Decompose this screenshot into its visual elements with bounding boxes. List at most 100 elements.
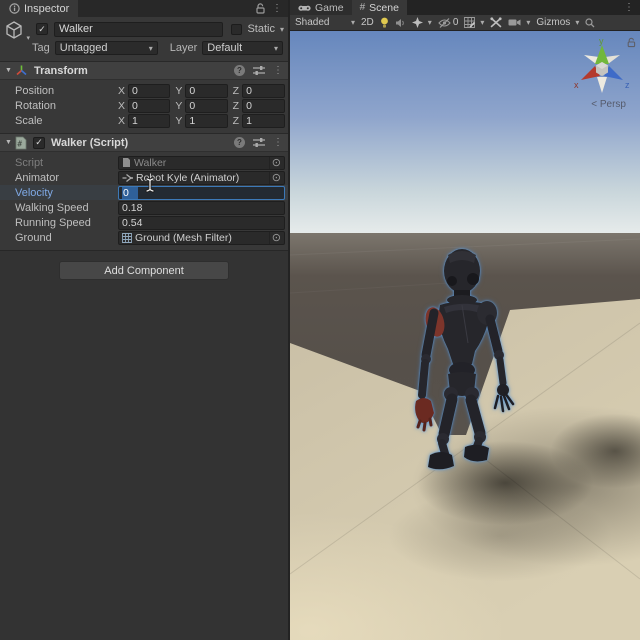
component-enabled-checkbox[interactable]: ✓ — [33, 136, 45, 149]
scene-grid-icon: # — [359, 2, 366, 13]
search-icon — [585, 17, 595, 27]
inspector-tab-actions: ⋮ — [256, 0, 288, 17]
object-picker-icon[interactable]: ⊙ — [268, 231, 283, 244]
gameobject-icon-button[interactable]: ▾ — [4, 20, 30, 42]
help-icon[interactable]: ? — [234, 65, 245, 76]
presets-icon[interactable] — [253, 65, 265, 76]
row-label: Ground — [15, 231, 52, 244]
axis-z-label: Z — [232, 84, 240, 97]
tag-dropdown[interactable]: Untagged ▾ — [54, 41, 158, 55]
static-dropdown-caret-icon[interactable]: ▾ — [280, 25, 284, 34]
object-field-value: Ground (Mesh Filter) — [135, 231, 232, 244]
position-y-field[interactable]: 0 — [185, 83, 228, 98]
lock-icon[interactable] — [256, 3, 265, 14]
orientation-gizmo[interactable]: y x z — [572, 37, 632, 97]
kebab-menu-icon[interactable]: ⋮ — [272, 3, 282, 14]
tab-game[interactable]: Game — [290, 0, 352, 15]
gizmos-dropdown[interactable]: Gizmos ▾ — [533, 16, 582, 30]
presets-icon[interactable] — [253, 137, 265, 148]
transform-header[interactable]: ▼ Transform ? ⋮ — [0, 61, 288, 80]
shading-mode-dropdown[interactable]: Shaded ▾ — [292, 16, 358, 30]
position-z-field[interactable]: 0 — [242, 83, 285, 98]
object-picker-icon[interactable]: ⊙ — [268, 171, 283, 184]
hidden-objects-count: 0 — [452, 17, 459, 28]
mesh-filter-icon — [122, 232, 132, 243]
script-object-field[interactable]: Walker ⊙ — [118, 155, 285, 170]
viewport-lock-icon[interactable] — [627, 37, 636, 48]
editor-tools-button[interactable] — [487, 16, 505, 30]
kebab-menu-icon[interactable]: ⋮ — [273, 65, 283, 76]
gameobject-caret-icon: ▾ — [26, 35, 30, 42]
scale-y-field[interactable]: 1 — [185, 113, 228, 128]
walking-speed-row: Walking Speed 0.18 — [0, 200, 288, 215]
rotation-z-field[interactable]: 0 — [242, 98, 285, 113]
hidden-objects-button[interactable]: 0 — [435, 16, 462, 30]
speaker-icon — [395, 18, 404, 27]
scene-panel: Game # Scene ⋮ Shaded ▾ 2D ▾ 0 ▾ ▾ Gizmo… — [290, 0, 640, 640]
projection-prefix: < — [591, 99, 598, 110]
add-component-button[interactable]: Add Component — [59, 261, 229, 280]
scene-camera-dropdown[interactable]: ▾ — [505, 16, 533, 30]
toggle-2d-button[interactable]: 2D — [358, 16, 377, 30]
caret-icon: ▾ — [575, 18, 580, 27]
axis-x-label: X — [118, 84, 126, 97]
ibeam-cursor — [145, 177, 155, 193]
axis-y-label: Y — [175, 114, 183, 127]
name-field[interactable]: Walker — [54, 21, 224, 37]
row-label: Velocity — [15, 186, 53, 199]
rotation-y-field[interactable]: 0 — [185, 98, 228, 113]
gameobject-header: ▾ ✓ Walker Static ▾ Tag Untagged ▾ Layer… — [0, 17, 288, 61]
scene-search-button[interactable] — [582, 16, 598, 30]
caret-icon: ▾ — [427, 18, 432, 27]
layer-value: Default — [207, 42, 243, 54]
static-label: Static — [247, 23, 275, 35]
active-checkbox[interactable]: ✓ — [36, 23, 48, 35]
static-checkbox[interactable] — [231, 23, 243, 35]
walking-speed-field[interactable]: 0.18 — [118, 200, 285, 215]
layer-caret-icon: ▾ — [273, 43, 278, 53]
axis-x-label: X — [118, 114, 126, 127]
running-speed-row: Running Speed 0.54 — [0, 215, 288, 230]
inspector-panel: Inspector ⋮ ▾ ✓ Walker Static ▾ Tag Unta… — [0, 0, 290, 640]
rotation-row: Rotation X0 Y0 Z0 — [0, 98, 288, 113]
kebab-menu-icon[interactable]: ⋮ — [273, 137, 283, 148]
transform-component: ▼ Transform ? ⋮ Position X 0 Y 0 Z 0 Rot… — [0, 61, 288, 133]
running-speed-field[interactable]: 0.54 — [118, 215, 285, 230]
projection-toggle[interactable]: < Persp — [591, 99, 626, 110]
tab-scene[interactable]: # Scene — [351, 0, 407, 15]
position-x-field[interactable]: 0 — [128, 83, 171, 98]
axis-y-label: Y — [175, 99, 183, 112]
scale-row: Scale X1 Y1 Z1 — [0, 113, 288, 128]
robot-character[interactable] — [410, 243, 522, 475]
component-title: Transform — [34, 64, 88, 77]
ground-object-field[interactable]: Ground (Mesh Filter) ⊙ — [118, 230, 285, 245]
scene-effects-dropdown[interactable]: ▾ — [409, 16, 435, 30]
rotation-x-field[interactable]: 0 — [128, 98, 171, 113]
scene-viewport[interactable]: y x z < Persp — [290, 31, 640, 640]
row-label: Script — [15, 156, 44, 169]
scene-tab-label: Scene — [369, 1, 399, 14]
axis-z-label: z — [625, 80, 630, 90]
foldout-icon[interactable]: ▼ — [5, 139, 15, 146]
scale-z-field[interactable]: 1 — [242, 113, 285, 128]
shading-mode-value: Shaded — [295, 17, 330, 28]
tag-label: Tag — [32, 42, 50, 54]
layer-dropdown[interactable]: Default ▾ — [202, 41, 283, 55]
ground-row: Ground Ground (Mesh Filter) ⊙ — [0, 230, 288, 245]
foldout-icon[interactable]: ▼ — [5, 67, 15, 74]
axis-y-label: y — [599, 37, 604, 46]
scale-x-field[interactable]: 1 — [128, 113, 171, 128]
scene-audio-button[interactable] — [392, 16, 409, 30]
svg-text:#: # — [17, 139, 22, 148]
position-row: Position X0 Y0 Z0 — [0, 83, 288, 98]
object-picker-icon[interactable]: ⊙ — [268, 156, 283, 169]
scene-lighting-button[interactable] — [377, 16, 392, 30]
crossed-tools-icon — [490, 17, 502, 28]
help-icon[interactable]: ? — [234, 137, 245, 148]
kebab-menu-icon[interactable]: ⋮ — [624, 2, 634, 13]
grid-visibility-dropdown[interactable]: ▾ — [461, 16, 487, 30]
csharp-script-icon: # — [15, 136, 27, 149]
tab-inspector[interactable]: Inspector — [0, 0, 79, 17]
caret-icon: ▾ — [480, 18, 485, 27]
walker-script-header[interactable]: ▼ # ✓ Walker (Script) ? ⋮ — [0, 133, 288, 152]
